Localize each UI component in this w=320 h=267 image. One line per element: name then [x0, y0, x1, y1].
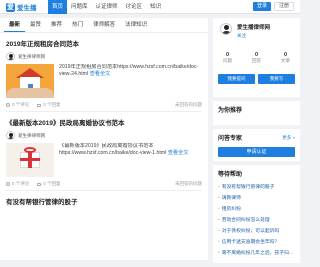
ask-question-button[interactable]: 我要提问: [218, 74, 255, 84]
follow-link[interactable]: 关注: [237, 33, 246, 39]
help-panel: 等待帮助 有没有帮银行管律的股子 请教律师 租房纠纷 劳动合同纠纷怎么处理 对于…: [213, 165, 300, 263]
write-article-button[interactable]: 我要写: [258, 74, 295, 84]
card-author: 爱生律律师网: [6, 131, 202, 140]
profile-actions: 我要提问 我要写: [218, 74, 295, 84]
card-thumbnail[interactable]: [6, 143, 54, 177]
profile-name[interactable]: 爱生播律师网: [237, 23, 270, 31]
author-name[interactable]: 爱生律律师网: [18, 54, 45, 60]
nav-item-knowledge[interactable]: 知识: [146, 0, 165, 14]
stat-answers[interactable]: 0 回答: [252, 52, 261, 64]
card-body: 《最新版本2019》民政局离婚协议书范本https://www.hzsf.com…: [6, 143, 202, 177]
site-logo[interactable]: 爱 爱生播: [6, 2, 37, 12]
stat-articles[interactable]: 0 文章: [281, 52, 290, 64]
card-excerpt: 2019年正规租房合同范本https://www.hzsf.com.cn/bai…: [59, 64, 202, 85]
auth-buttons: 登录 注册: [252, 2, 294, 11]
nav-item-lawyers[interactable]: 认证律师: [92, 0, 122, 14]
tab-recommend[interactable]: 推荐: [46, 18, 67, 32]
logo-text: 爱生播: [17, 5, 37, 12]
experts-header: 问答专家 更多 »: [218, 133, 295, 143]
help-item[interactable]: 有没有帮银行管律的股子: [218, 182, 295, 193]
card-title[interactable]: 《最新版本2019》民政局离婚协议书范本: [6, 117, 202, 127]
feed-card: 《最新版本2019》民政局离婚协议书范本 爱生律律师网 《最新版本2019》民政…: [6, 112, 202, 191]
experts-panel: 问答专家 更多 » 申请认证: [213, 129, 300, 161]
help-item[interactable]: 请教律师: [218, 193, 295, 204]
card-status: 未回答的问题: [175, 181, 202, 186]
help-title: 等待帮助: [218, 172, 243, 178]
nav-item-questions[interactable]: 问题库: [67, 0, 92, 14]
tab-lawyer-answers[interactable]: 律师解答: [88, 18, 120, 32]
feed-tabs: 最新 最赞 推荐 热门 律师解答 法律知识: [0, 18, 208, 33]
nav-item-discuss[interactable]: 讨论区: [122, 0, 147, 14]
comment-icon: [37, 182, 42, 186]
card-title[interactable]: 有没有帮银行管律的股子: [6, 196, 202, 206]
avatar[interactable]: [6, 52, 15, 61]
tab-legal-knowledge[interactable]: 法律知识: [120, 18, 152, 32]
help-list: 有没有帮银行管律的股子 请教律师 租房纠纷 劳动合同纠纷怎么处理 对于债权纠纷，…: [218, 182, 295, 259]
help-item[interactable]: 信用卡透支逾期会坐牢吗？: [218, 237, 295, 248]
tab-top[interactable]: 最赞: [25, 18, 46, 32]
like-icon: [6, 103, 10, 107]
stat-questions[interactable]: 0 问题: [223, 52, 232, 64]
avatar[interactable]: [220, 23, 232, 35]
comment-stat[interactable]: 0 个回复: [37, 181, 61, 187]
like-icon: [6, 182, 10, 186]
feed-list: 2019年正规租房合同范本 爱生律律师网 2019年正规租房合同范本https:…: [0, 33, 208, 213]
comment-stat[interactable]: 0 个回复: [37, 102, 61, 108]
experts-more-link[interactable]: 更多 »: [282, 135, 295, 141]
help-item[interactable]: 对于债权纠纷，可以起诉吗: [218, 226, 295, 237]
card-title[interactable]: 2019年正规租房合同范本: [6, 38, 202, 48]
top-bar: 爱 爱生播 首页 问题库 认证律师 讨论区 知识 登录 注册: [0, 0, 300, 14]
feed-card: 有没有帮银行管律的股子: [6, 191, 202, 213]
main-feed: 最新 最赞 推荐 热门 律师解答 法律知识 2019年正规租房合同范本 爱生律律…: [0, 18, 208, 260]
nav-item-home[interactable]: 首页: [48, 0, 68, 14]
sidebar: 爱生播律师网 关注 0 问题 0 回答 0 文章 我要提问 我要写 为你推荐 问答专家…: [213, 18, 300, 267]
comment-icon: [37, 103, 42, 107]
card-excerpt: 《最新版本2019》民政局离婚协议书范本https://www.hzsf.com…: [59, 143, 202, 164]
recommend-panel: 为你推荐: [213, 101, 300, 125]
apply-certification-button[interactable]: 申请认证: [218, 147, 295, 157]
avatar[interactable]: [6, 131, 15, 140]
experts-title: 问答专家: [218, 136, 243, 142]
card-author: 爱生律律师网: [6, 52, 202, 61]
card-footer: 0 个评论 0 个回复 未回答的问题: [6, 102, 202, 108]
card-thumbnail[interactable]: [6, 64, 54, 98]
like-stat[interactable]: 0 个评论: [6, 102, 29, 108]
card-status: 未回答的问题: [175, 102, 202, 107]
main-nav: 首页 问题库 认证律师 讨论区 知识: [48, 0, 165, 14]
read-more-link[interactable]: 查看全文: [90, 71, 111, 77]
register-button[interactable]: 注册: [273, 2, 294, 11]
recommend-title: 为你推荐: [218, 108, 243, 114]
excerpt-text: 2019年正规租房合同范本https://www.hzsf.com.cn/bai…: [59, 64, 199, 77]
help-item[interactable]: 租房纠纷: [218, 204, 295, 215]
card-body: 2019年正规租房合同范本https://www.hzsf.com.cn/bai…: [6, 64, 202, 98]
tab-latest[interactable]: 最新: [4, 18, 26, 32]
feed-card: 2019年正规租房合同范本 爱生律律师网 2019年正规租房合同范本https:…: [6, 33, 202, 112]
tab-hot[interactable]: 热门: [67, 18, 88, 32]
help-item[interactable]: 劳动合同纠纷怎么处理: [218, 215, 295, 226]
read-more-link[interactable]: 查看全文: [168, 150, 189, 156]
like-stat[interactable]: 0 个评论: [6, 181, 29, 187]
login-button[interactable]: 登录: [252, 2, 271, 11]
help-item[interactable]: 离不离婚纠纷几年之后，孩子归谁？: [218, 248, 295, 259]
author-name[interactable]: 爱生律律师网: [18, 133, 45, 139]
logo-icon: 爱: [6, 2, 15, 12]
profile-panel: 爱生播律师网 关注 0 问题 0 回答 0 文章 我要提问 我要写: [213, 18, 300, 97]
excerpt-text: 《最新版本2019》民政局离婚协议书范本https://www.hzsf.com…: [59, 143, 167, 156]
card-footer: 0 个评论 0 个回复 未回答的问题: [6, 181, 202, 187]
profile-stats: 0 问题 0 回答 0 文章: [213, 52, 300, 64]
